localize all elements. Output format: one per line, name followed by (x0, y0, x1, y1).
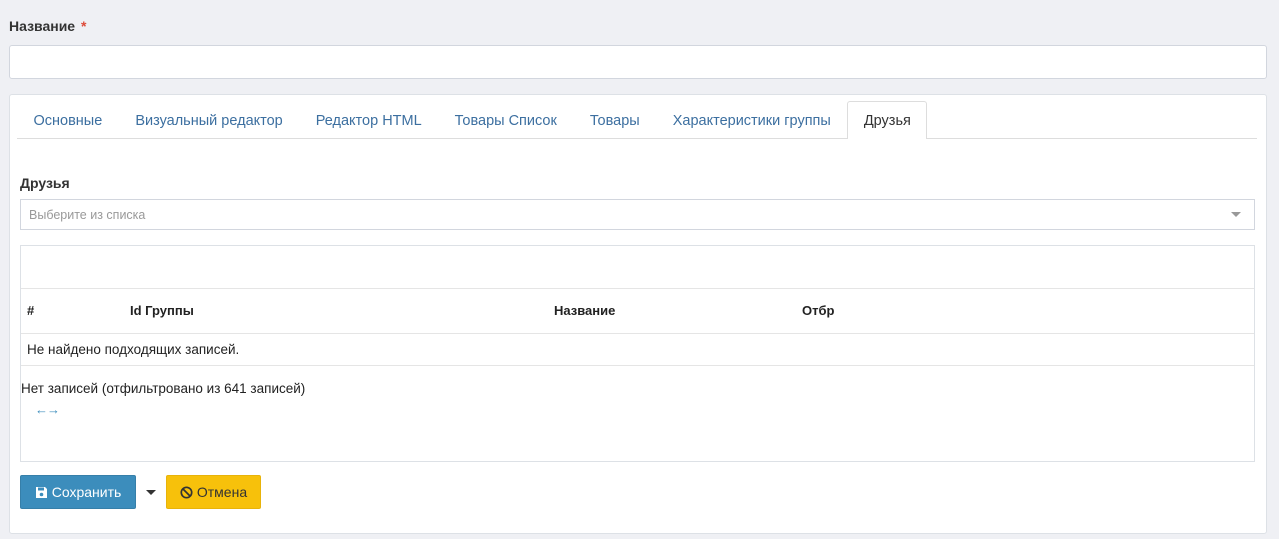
cancel-button-label: Отмена (196, 484, 248, 500)
save-button[interactable]: Сохранить (20, 475, 136, 509)
caret-down-icon (146, 489, 156, 495)
tab-group-characteristics[interactable]: Характеристики группы (656, 102, 847, 139)
cancel-button[interactable]: Отмена (166, 475, 261, 509)
tabs-panel: Основные Визуальный редактор Редактор HT… (9, 94, 1267, 534)
ban-icon (180, 485, 193, 499)
tab-products[interactable]: Товары (573, 102, 656, 139)
required-mark: * (80, 18, 87, 34)
friends-select[interactable]: Выберите из списка (20, 199, 1255, 230)
tab-html-editor[interactable]: Редактор HTML (299, 102, 438, 139)
name-label-text: Название (9, 18, 76, 34)
tab-products-list[interactable]: Товары Список (438, 102, 573, 139)
floppy-disk-icon (35, 486, 48, 499)
table-header: # Id Группы Название Отбр (21, 289, 1254, 334)
friends-table: # Id Группы Название Отбр Не найдено под… (20, 245, 1255, 462)
tab-friends[interactable]: Друзья (847, 101, 928, 139)
table-empty-row: Не найдено подходящих записей. (21, 334, 1254, 366)
table-toolbar (21, 246, 1254, 289)
save-options-dropdown[interactable] (140, 475, 162, 509)
column-header-group-id[interactable]: Id Группы (130, 303, 194, 318)
column-header-name[interactable]: Название (554, 303, 615, 318)
friends-label: Друзья (20, 175, 70, 191)
pagination[interactable]: ←→ (35, 402, 60, 417)
column-header-number[interactable]: # (27, 303, 34, 318)
name-label: Название * (9, 18, 86, 34)
table-info: Нет записей (отфильтровано из 641 записе… (21, 381, 306, 396)
save-button-label: Сохранить (51, 484, 122, 500)
tab-main[interactable]: Основные (17, 102, 119, 139)
chevron-down-icon (1231, 212, 1241, 217)
name-input[interactable] (9, 45, 1267, 79)
tab-bar: Основные Визуальный редактор Редактор HT… (17, 101, 1257, 139)
friends-select-placeholder: Выберите из списка (29, 207, 146, 222)
column-header-display[interactable]: Отбр (802, 303, 834, 318)
tab-visual-editor[interactable]: Визуальный редактор (119, 102, 299, 139)
